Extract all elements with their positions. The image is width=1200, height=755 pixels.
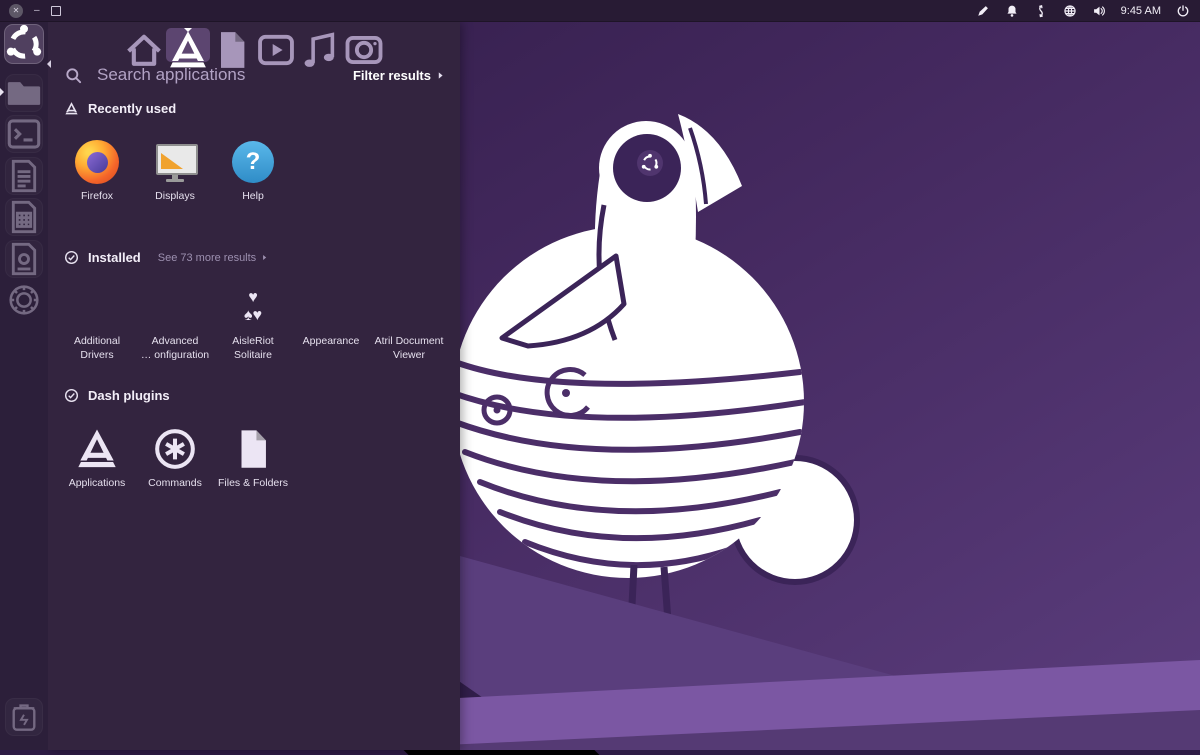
app-displays[interactable]: Displays	[135, 139, 215, 204]
section-recently-used: Recently used	[64, 101, 176, 116]
launcher-item-files[interactable]	[5, 74, 43, 112]
volume-icon[interactable]	[1092, 4, 1106, 18]
applications-icon	[74, 426, 120, 472]
plugin-label: Commands	[135, 477, 215, 491]
search-input[interactable]	[95, 64, 353, 86]
check-circle-icon	[64, 388, 79, 403]
section-title: Recently used	[88, 101, 176, 116]
tab-files[interactable]	[210, 28, 254, 62]
maximize-icon[interactable]	[51, 6, 61, 16]
plugin-applications[interactable]: Applications	[57, 426, 137, 491]
app-appearance[interactable]: Appearance	[291, 284, 371, 349]
trash-icon	[5, 698, 43, 736]
launcher-item-impress[interactable]	[5, 240, 43, 278]
calc-icon	[5, 198, 43, 236]
bell-icon[interactable]	[1005, 4, 1019, 18]
app-label: Appearance	[291, 335, 371, 349]
app-help[interactable]: ? Help	[213, 139, 293, 204]
filter-results-label: Filter results	[353, 68, 431, 83]
plugin-label: Applications	[57, 477, 137, 491]
app-atril[interactable]: Atril Document Viewer	[369, 284, 449, 362]
section-title: Installed	[88, 250, 141, 265]
filter-results-button[interactable]: Filter results	[353, 68, 446, 83]
gear-icon	[5, 281, 43, 319]
check-circle-icon	[64, 250, 79, 265]
tab-music[interactable]	[298, 28, 342, 62]
impress-icon	[5, 240, 43, 278]
see-more-results-link[interactable]: See 73 more results	[158, 252, 269, 264]
app-firefox[interactable]: Firefox	[57, 139, 137, 204]
plugin-label: Files & Folders	[213, 477, 293, 491]
panel-window-controls: ✕ –	[9, 4, 61, 18]
chevron-right-icon	[260, 253, 269, 262]
launcher-item-software[interactable]	[5, 281, 43, 319]
cards-icon: ♥♠♥	[244, 289, 262, 325]
applications-icon	[64, 101, 79, 116]
see-more-label: See 73 more results	[158, 252, 256, 264]
app-label: Advanced … onfiguration	[135, 335, 215, 362]
app-label: Additional Drivers	[57, 335, 137, 362]
folder-icon	[5, 74, 43, 112]
app-label: Displays	[135, 190, 215, 204]
plugin-files-folders[interactable]: Files & Folders	[213, 426, 293, 491]
dash-open-arrow-icon	[43, 60, 51, 68]
ubuntu-logo-icon	[4, 24, 44, 64]
tab-home[interactable]	[122, 28, 166, 62]
dash-lens-tabs	[48, 28, 460, 62]
launcher-item-calc[interactable]	[5, 198, 43, 236]
minimize-icon[interactable]: –	[34, 6, 40, 16]
power-icon[interactable]	[1176, 4, 1190, 18]
launcher-item-trash[interactable]	[5, 698, 43, 736]
launcher	[0, 22, 48, 750]
chevron-right-icon	[435, 70, 446, 81]
drivers-icon	[77, 287, 117, 327]
app-additional-drivers[interactable]: Additional Drivers	[57, 284, 137, 362]
writer-icon	[5, 157, 43, 195]
search-icon	[64, 66, 83, 85]
dash-overlay: Filter results Recently used Firefox Dis…	[48, 22, 460, 750]
tab-videos[interactable]	[254, 28, 298, 62]
launcher-item-terminal[interactable]	[5, 115, 43, 153]
ubuntu-logo-eye	[637, 150, 663, 176]
app-advanced-network-configuration[interactable]: Advanced … onfiguration	[135, 284, 215, 362]
top-panel: ✕ – 9:45 AM	[0, 0, 1200, 22]
terminal-icon	[5, 115, 43, 153]
app-aisleriot[interactable]: ♥♠♥ AisleRiot Solitaire	[213, 284, 293, 362]
file-icon	[230, 426, 276, 472]
firefox-icon	[75, 140, 119, 184]
messages-icon[interactable]	[1034, 4, 1048, 18]
launcher-item-writer[interactable]	[5, 157, 43, 195]
plugin-commands[interactable]: Commands	[135, 426, 215, 491]
pen-icon[interactable]	[976, 4, 990, 18]
app-label: Atril Document Viewer	[369, 335, 449, 362]
tab-photos[interactable]	[342, 28, 386, 62]
ubuntu-dash-button[interactable]	[4, 24, 44, 64]
asterisk-circle-icon	[152, 426, 198, 472]
app-label: AisleRiot Solitaire	[213, 335, 293, 362]
section-title: Dash plugins	[88, 388, 170, 403]
globe-icon[interactable]	[1063, 4, 1077, 18]
app-label: Help	[213, 190, 293, 204]
section-installed: Installed See 73 more results	[64, 250, 269, 265]
close-icon[interactable]: ✕	[9, 4, 23, 18]
tab-applications[interactable]	[166, 28, 210, 62]
app-label: Firefox	[57, 190, 137, 204]
section-dash-plugins: Dash plugins	[64, 388, 170, 403]
displays-icon	[153, 140, 197, 184]
help-icon: ?	[232, 141, 274, 183]
panel-indicators: 9:45 AM	[976, 4, 1190, 18]
clock[interactable]: 9:45 AM	[1121, 5, 1161, 17]
